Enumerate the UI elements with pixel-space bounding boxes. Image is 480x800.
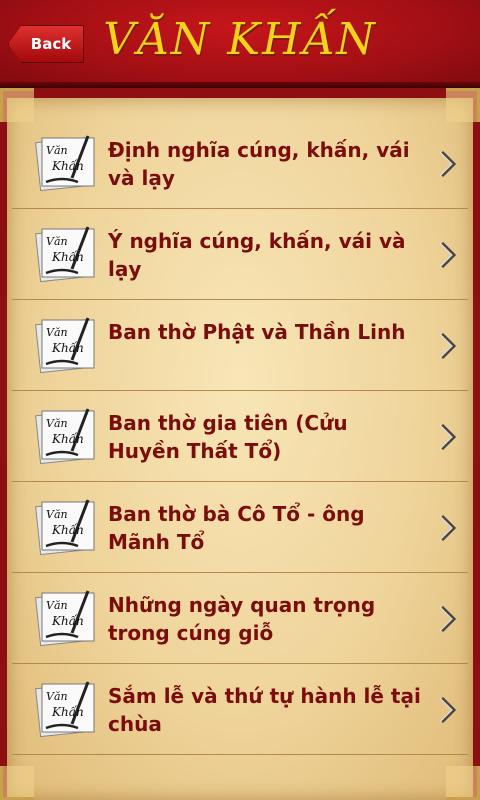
app-title: VĂN KHẤN bbox=[103, 14, 377, 65]
svg-text:Khấn: Khấn bbox=[51, 158, 84, 173]
corner-ornament-icon bbox=[446, 766, 480, 800]
list-item-label: Sắm lễ và thứ tự hành lễ tại chùa bbox=[108, 684, 421, 736]
list-item-3[interactable]: Văn Khấn Ban thờ Phật và Thần Linh bbox=[12, 300, 468, 391]
svg-text:Khấn: Khấn bbox=[51, 522, 84, 537]
list-item-label: Ban thờ Phật và Thần Linh bbox=[108, 320, 406, 344]
list-item-6[interactable]: Văn Khấn Những ngày quan trọng trong cún… bbox=[12, 573, 468, 664]
list-item-label: Định nghĩa cúng, khấn, vái và lạy bbox=[108, 138, 410, 190]
list-item-4[interactable]: Văn Khấn Ban thờ gia tiên (Cửu Huyền Thấ… bbox=[12, 391, 468, 482]
svg-text:Khấn: Khấn bbox=[51, 431, 84, 446]
svg-text:Văn: Văn bbox=[46, 599, 68, 612]
chevron-right-icon bbox=[439, 423, 457, 451]
van-khan-scroll-icon: Văn Khấn bbox=[35, 408, 95, 465]
van-khan-scroll-icon: Văn Khấn bbox=[35, 499, 95, 556]
svg-text:Khấn: Khấn bbox=[51, 249, 84, 264]
list-item-label: Ban thờ bà Cô Tổ - ông Mãnh Tổ bbox=[108, 502, 365, 554]
app-header: Back VĂN KHẤN bbox=[0, 0, 480, 88]
svg-text:Khấn: Khấn bbox=[51, 613, 84, 628]
corner-ornament-icon bbox=[0, 88, 34, 122]
chevron-right-icon bbox=[439, 696, 457, 724]
van-khan-scroll-icon: Văn Khấn bbox=[35, 135, 95, 192]
chevron-right-icon bbox=[439, 514, 457, 542]
svg-text:Văn: Văn bbox=[46, 508, 68, 521]
list-item-label: Ban thờ gia tiên (Cửu Huyền Thất Tổ) bbox=[108, 411, 348, 463]
svg-text:Văn: Văn bbox=[46, 417, 68, 430]
list-item-label: Những ngày quan trọng trong cúng giỗ bbox=[108, 593, 376, 645]
corner-ornament-icon bbox=[0, 766, 34, 800]
van-khan-scroll-icon: Văn Khấn bbox=[35, 681, 95, 738]
van-khan-scroll-icon: Văn Khấn bbox=[35, 317, 95, 374]
list-item-1[interactable]: Văn Khấn Định nghĩa cúng, khấn, vái và l… bbox=[12, 118, 468, 209]
list-item-7[interactable]: Văn Khấn Sắm lễ và thứ tự hành lễ tại ch… bbox=[12, 664, 468, 755]
svg-text:Văn: Văn bbox=[46, 235, 68, 248]
svg-text:Khấn: Khấn bbox=[51, 340, 84, 355]
chevron-right-icon bbox=[439, 332, 457, 360]
list-item-5[interactable]: Văn Khấn Ban thờ bà Cô Tổ - ông Mãnh Tổ bbox=[12, 482, 468, 573]
list-item-2[interactable]: Văn Khấn Ý nghĩa cúng, khấn, vái và lạy bbox=[12, 209, 468, 300]
menu-list: Văn Khấn Định nghĩa cúng, khấn, vái và l… bbox=[12, 118, 468, 755]
van-khan-scroll-icon: Văn Khấn bbox=[35, 590, 95, 647]
corner-ornament-icon bbox=[446, 88, 480, 122]
svg-text:Văn: Văn bbox=[46, 326, 68, 339]
van-khan-scroll-icon: Văn Khấn bbox=[35, 226, 95, 283]
chevron-right-icon bbox=[439, 150, 457, 178]
chevron-right-icon bbox=[439, 605, 457, 633]
list-item-label: Ý nghĩa cúng, khấn, vái và lạy bbox=[108, 229, 406, 281]
svg-text:Khấn: Khấn bbox=[51, 704, 84, 719]
svg-text:Văn: Văn bbox=[46, 690, 68, 703]
chevron-right-icon bbox=[439, 241, 457, 269]
svg-text:Văn: Văn bbox=[46, 144, 68, 157]
